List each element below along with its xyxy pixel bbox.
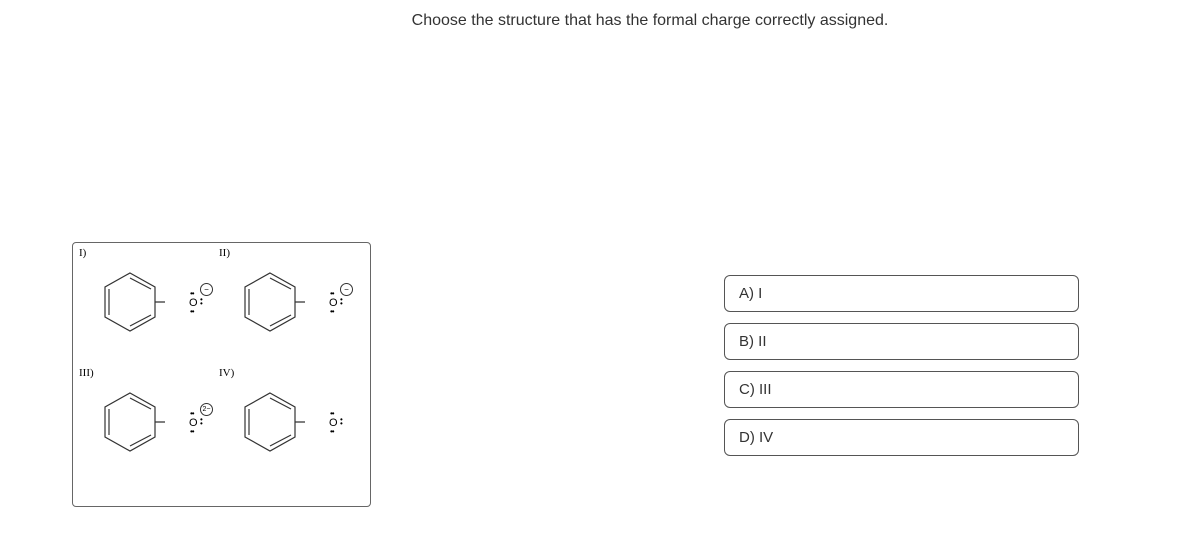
lone-pair-icon: •• xyxy=(190,289,194,298)
structure-4-label: IV) xyxy=(219,367,234,379)
structure-3-label: III) xyxy=(79,367,94,379)
benzene-icon xyxy=(95,387,165,457)
structure-2-label: II) xyxy=(219,247,230,259)
lone-pair-icon: •• xyxy=(340,298,343,306)
lone-pair-icon: •• xyxy=(330,307,334,316)
lone-pair-icon: •• xyxy=(330,427,334,436)
lone-pair-icon: •• xyxy=(330,289,334,298)
charge-badge: − xyxy=(200,283,213,296)
lone-pair-icon: •• xyxy=(200,418,203,426)
answer-option-c[interactable]: C) III xyxy=(724,371,1079,408)
charge-badge: − xyxy=(340,283,353,296)
answers-list: A) I B) II C) III D) IV xyxy=(724,275,1079,467)
charge-badge: 2− xyxy=(200,403,213,416)
answer-option-a[interactable]: A) I xyxy=(724,275,1079,312)
question-text: Choose the structure that has the formal… xyxy=(100,0,1200,30)
benzene-icon xyxy=(95,267,165,337)
lone-pair-icon: •• xyxy=(190,427,194,436)
lone-pair-icon: •• xyxy=(190,307,194,316)
benzene-icon xyxy=(235,387,305,457)
benzene-icon xyxy=(235,267,305,337)
structure-1: I) O •• •• •• − xyxy=(73,243,221,363)
structure-4: IV) O •• •• •• xyxy=(213,363,361,483)
structure-2: II) O •• •• •• − xyxy=(213,243,361,363)
structure-1-label: I) xyxy=(79,247,86,259)
lone-pair-icon: •• xyxy=(330,409,334,418)
structure-3: III) O •• •• •• 2− xyxy=(73,363,221,483)
lone-pair-icon: •• xyxy=(190,409,194,418)
structures-panel: I) O •• •• •• − II) O •• •• •• − III) xyxy=(72,242,371,507)
lone-pair-icon: •• xyxy=(200,298,203,306)
lone-pair-icon: •• xyxy=(340,418,343,426)
answer-option-d[interactable]: D) IV xyxy=(724,419,1079,456)
answer-option-b[interactable]: B) II xyxy=(724,323,1079,360)
